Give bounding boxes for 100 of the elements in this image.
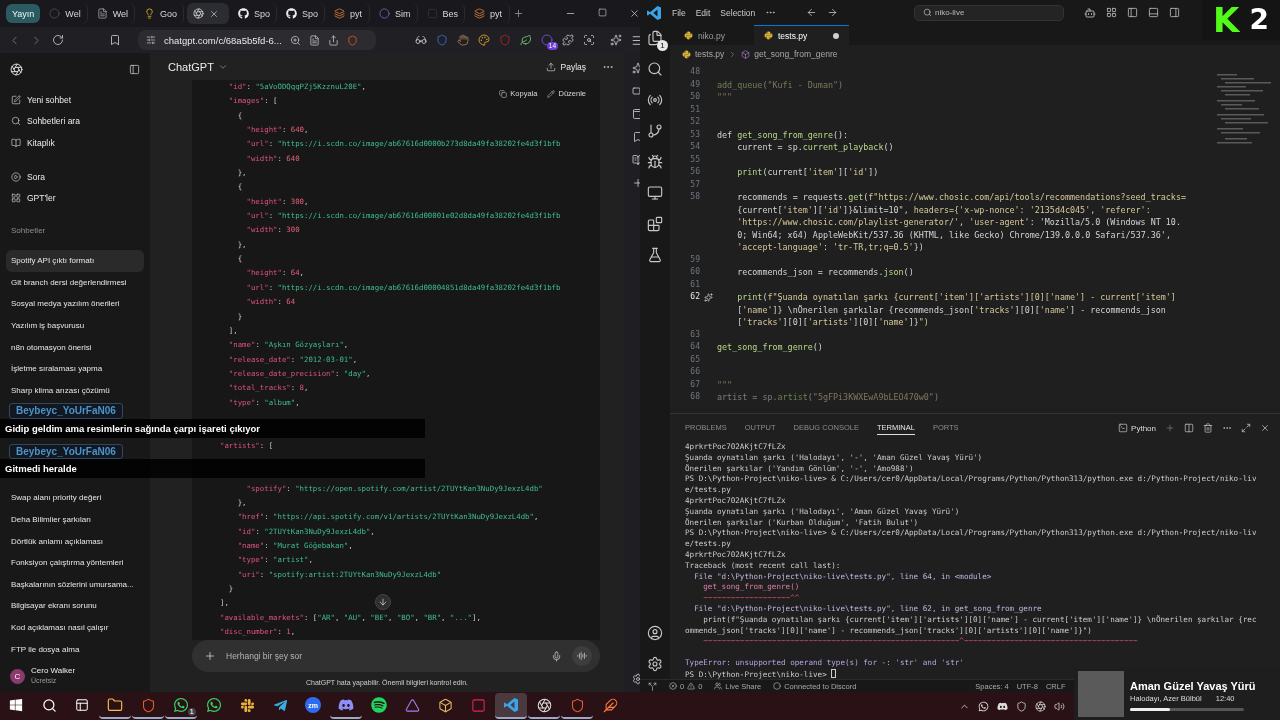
- glasses-icon[interactable]: [415, 34, 427, 46]
- panel-left-icon[interactable]: [1127, 7, 1138, 18]
- maximize-icon[interactable]: [598, 8, 607, 17]
- branch-icon[interactable]: [647, 123, 663, 139]
- browser-tab[interactable]: Wel: [43, 3, 88, 24]
- panel-right-icon[interactable]: [1169, 7, 1180, 18]
- knot-logo-icon[interactable]: [10, 62, 23, 76]
- screen-search-icon[interactable]: [583, 34, 595, 46]
- address-bar[interactable]: chatgpt.com/c/68a5b5fd-6...: [138, 30, 376, 50]
- extensions-icon[interactable]: [647, 216, 663, 232]
- shield-icon[interactable]: [347, 34, 358, 46]
- voice-mode-button[interactable]: [572, 646, 592, 666]
- chat-history-item[interactable]: Git branch dersi değerlendirmesi: [6, 271, 144, 294]
- menu-item[interactable]: File: [672, 7, 686, 18]
- sidebar-toggle-icon[interactable]: [129, 63, 140, 75]
- chat-history-item[interactable]: FTP ile dosya alma: [6, 638, 144, 660]
- speaker-icon[interactable]: [1054, 700, 1065, 712]
- chat-history-item[interactable]: Swap alanı priority değeri: [6, 487, 144, 509]
- browser-tab[interactable]: Sim: [373, 3, 418, 24]
- robot-icon[interactable]: [1084, 6, 1096, 19]
- browser-tab[interactable]: Spo: [232, 3, 278, 24]
- breadcrumb-item[interactable]: tests.py: [695, 49, 725, 59]
- browser-tab[interactable]: Spo: [280, 3, 326, 24]
- controller-face-icon[interactable]: [997, 700, 1008, 712]
- maximize-icon[interactable]: [1241, 423, 1251, 433]
- forward-icon[interactable]: [827, 7, 839, 18]
- sparkles-icon[interactable]: [610, 34, 622, 46]
- reload-icon[interactable]: [52, 34, 64, 46]
- breadcrumb-item[interactable]: get_song_from_genre: [754, 49, 838, 59]
- back-icon[interactable]: [806, 7, 818, 18]
- chat-history-item[interactable]: Fonksiyon çalıştırma yöntemleri: [6, 551, 144, 574]
- close-icon[interactable]: [629, 8, 640, 19]
- model-title[interactable]: ChatGPT: [168, 60, 214, 73]
- chat-history-item[interactable]: Kod açıklaması nasıl çalışır: [6, 616, 144, 639]
- remote-icon[interactable]: [648, 681, 657, 691]
- new-tab-icon[interactable]: [513, 8, 525, 19]
- share-button[interactable]: Paylaş: [546, 61, 586, 72]
- trash-icon[interactable]: [1203, 423, 1213, 433]
- aperture-icon[interactable]: [1035, 700, 1046, 712]
- phone-bubble-icon[interactable]: [978, 700, 989, 712]
- tab-title: Spo: [302, 8, 319, 19]
- close-icon[interactable]: [209, 8, 220, 19]
- files-icon[interactable]: [647, 30, 663, 46]
- chat-history-item[interactable]: Bilgisayar ekranı sorunu: [6, 595, 144, 617]
- menu-item[interactable]: Edit: [695, 7, 711, 18]
- code-line: print(current['item']['id']): [736, 166, 879, 179]
- share-icon[interactable]: [328, 34, 339, 46]
- browser-tab[interactable]: pyt: [328, 3, 371, 24]
- chat-history-item[interactable]: Spotify API çıktı formatı: [6, 249, 144, 272]
- leaf-icon[interactable]: [520, 34, 532, 46]
- chat-history-item[interactable]: Başkalarının sözlerini umursama...: [6, 573, 144, 596]
- settings-icon[interactable]: [647, 656, 663, 672]
- chat-history-item[interactable]: İşletme sıralaması yapma: [6, 357, 144, 380]
- microphone-icon[interactable]: [551, 650, 562, 662]
- sidebar-item[interactable]: GPT'ler: [6, 187, 144, 209]
- chat-history-item[interactable]: Yazılım iş başvurusu: [6, 314, 144, 337]
- message-input[interactable]: Herhangi bir şey sor: [226, 651, 541, 661]
- browser-tab[interactable]: Goo: [138, 3, 185, 24]
- chat-history-item[interactable]: Sharp klima arızası çözümü: [6, 379, 144, 402]
- menu-item[interactable]: Selection: [720, 7, 756, 18]
- browser-tab[interactable]: Bes: [420, 3, 466, 24]
- sidebar-item[interactable]: Sohbetleri ara: [6, 110, 144, 133]
- sidebar-item[interactable]: Sora: [6, 165, 144, 188]
- editor-tab[interactable]: tests.py: [754, 25, 849, 45]
- browser-tab[interactable]: Wel: [90, 3, 136, 24]
- taskbar-app-button[interactable]: 1: [165, 693, 197, 719]
- terminal-profile-button[interactable]: Python: [1118, 423, 1156, 433]
- puzzle-icon[interactable]: [562, 34, 574, 46]
- run-debug-icon[interactable]: [647, 154, 663, 170]
- sidebar-item[interactable]: Kitaplık: [6, 132, 144, 154]
- sparkle-icon[interactable]: [704, 292, 713, 302]
- search-icon[interactable]: [647, 61, 663, 77]
- close-icon[interactable]: [1260, 423, 1270, 433]
- palette-icon[interactable]: [478, 34, 490, 46]
- chat-history-item[interactable]: Sosyal medya yazılım önerileri: [6, 293, 144, 315]
- hand-icon[interactable]: [457, 34, 469, 46]
- chat-history-item[interactable]: Dörtlük anlamı açıklaması: [6, 530, 144, 552]
- split-icon[interactable]: [1184, 423, 1194, 433]
- browser-tab[interactable]: pyt: [468, 3, 511, 24]
- zoom-icon[interactable]: [290, 34, 301, 46]
- account-icon[interactable]: [647, 625, 663, 641]
- plus-icon[interactable]: [204, 650, 216, 662]
- reader-icon[interactable]: [309, 34, 320, 46]
- layout-icon[interactable]: [1106, 7, 1117, 18]
- search-field[interactable]: niko-live: [914, 4, 1064, 21]
- browser-tab[interactable]: Yayın: [6, 4, 41, 23]
- bookmark-icon[interactable]: [109, 34, 121, 46]
- line-number: 57: [689, 178, 700, 191]
- chat-history-item[interactable]: n8n otomasyon önerisi: [6, 336, 144, 358]
- chat-history-item[interactable]: Deha Bilimlier şarkıları: [6, 508, 144, 531]
- flask-icon[interactable]: [647, 247, 663, 263]
- monitor-icon[interactable]: [647, 185, 663, 201]
- panel-bottom-icon[interactable]: [1148, 7, 1159, 18]
- sidebar-item[interactable]: Yeni sohbet: [6, 89, 144, 111]
- browser-tab[interactable]: [187, 3, 230, 24]
- user-avatar[interactable]: C: [10, 668, 25, 684]
- library-icon: [11, 138, 21, 148]
- broadcast-icon[interactable]: [647, 92, 663, 108]
- url-input[interactable]: chatgpt.com/c/68a5b5fd-6...: [164, 34, 282, 46]
- circle-icon: [773, 682, 782, 690]
